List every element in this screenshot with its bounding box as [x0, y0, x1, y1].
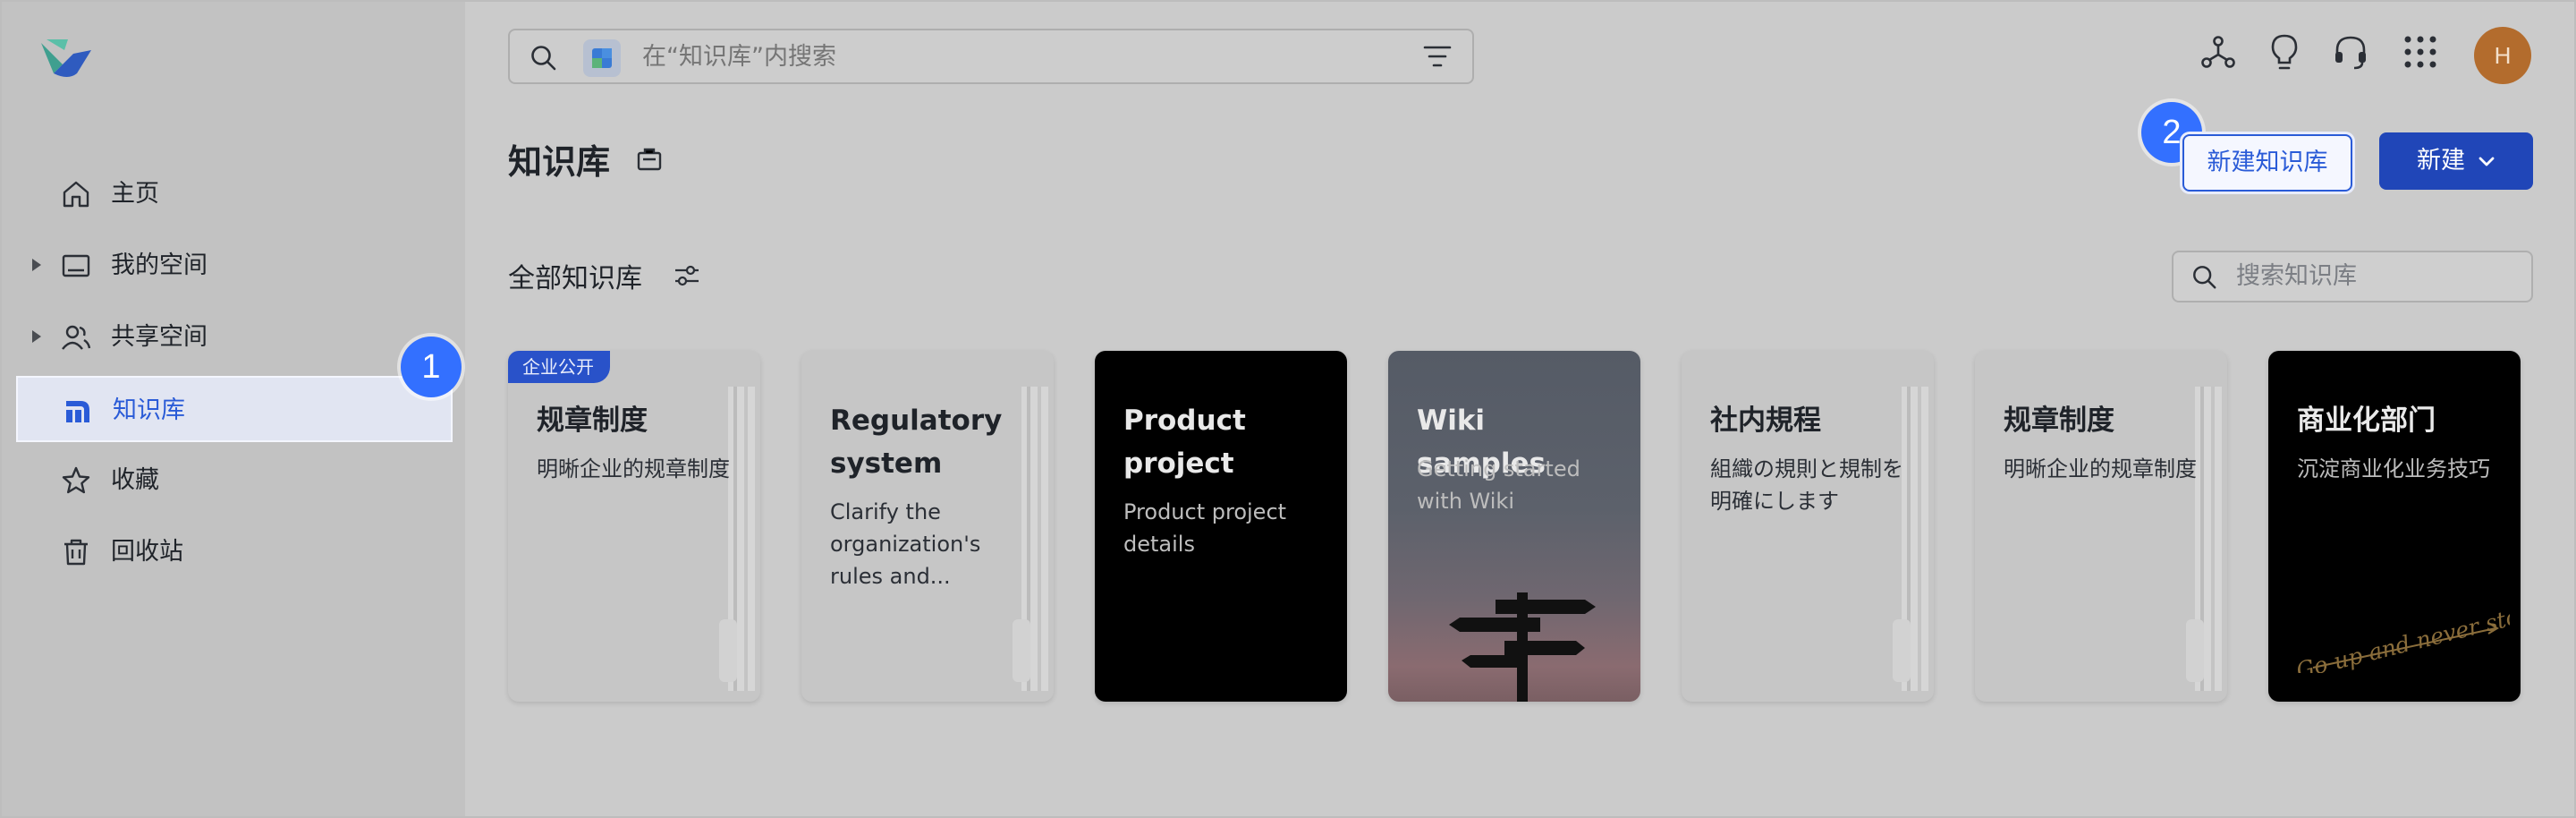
filter-icon[interactable]	[1422, 43, 1453, 70]
chevron-down-icon	[2479, 157, 2495, 166]
headset-icon[interactable]	[2329, 30, 2372, 73]
folder-icon	[62, 254, 90, 277]
people-icon	[62, 325, 91, 350]
kb-card[interactable]: 规章制度 明晰企业的规章制度	[1975, 351, 2227, 702]
search-icon	[531, 46, 556, 71]
kb-card-description: 組織の規則と規制を明確にします	[1710, 456, 1903, 514]
kb-card-description: Getting started with Wiki	[1417, 456, 1580, 514]
kb-card[interactable]: 社内規程 組織の規則と規制を明確にします	[1682, 351, 1934, 702]
sidebar-item-label: 回收站	[111, 538, 183, 566]
kb-card[interactable]: Product project Product project details	[1095, 351, 1347, 702]
sidebar-item-home[interactable]: 主页	[16, 161, 453, 227]
sidebar: 主页 我的空间 共享空间 知识库 收藏 回收站	[2, 2, 465, 816]
org-structure-icon[interactable]	[2197, 30, 2240, 73]
kb-card[interactable]: 商业化部门 沉淀商业化业务技巧 Go up and never stop	[2268, 351, 2521, 702]
kb-card-description: Product project details	[1123, 499, 1287, 557]
expand-caret-icon[interactable]	[32, 259, 41, 271]
handwritten-art: Go up and never stop	[2293, 601, 2510, 673]
kb-card-title: 商业化部门	[2297, 405, 2436, 437]
kb-card-description: Clarify the organization's rules and...	[830, 499, 981, 589]
kb-card-title: Product project	[1123, 405, 1246, 480]
sidebar-item-label: 收藏	[111, 466, 159, 494]
app-logo-icon[interactable]	[38, 34, 95, 84]
global-search[interactable]	[508, 29, 1474, 84]
search-icon	[2193, 266, 2216, 289]
kb-card-description: 沉淀商业化业务技巧	[2297, 456, 2490, 481]
user-avatar[interactable]: H	[2474, 27, 2531, 84]
star-icon	[62, 466, 90, 494]
sidebar-item-favorites[interactable]: 收藏	[16, 447, 453, 514]
new-knowledge-base-button[interactable]: 新建知识库	[2182, 134, 2352, 192]
kb-card-description: 明晰企业的规章制度	[537, 456, 730, 481]
page-title: 知识库	[508, 142, 611, 182]
kb-search-placeholder: 搜索知识库	[2236, 262, 2357, 290]
sliders-icon[interactable]	[673, 261, 701, 290]
sidebar-item-label: 知识库	[113, 396, 185, 424]
kb-card-title: Regulatory system	[830, 405, 1003, 480]
search-input[interactable]	[642, 32, 1268, 81]
step-badge-1: 1	[401, 337, 462, 397]
expand-caret-icon[interactable]	[32, 330, 41, 343]
section-title: 全部知识库	[508, 263, 642, 294]
sidebar-item-trash[interactable]: 回收站	[16, 519, 453, 585]
kb-card-title: 规章制度	[2004, 405, 2114, 437]
sidebar-item-knowledge-base[interactable]: 知识库	[16, 376, 453, 442]
sidebar-item-label: 共享空间	[111, 323, 208, 351]
kb-card[interactable]: 企业公开 规章制度 明晰企业的规章制度	[508, 351, 760, 702]
sidebar-item-label: 我的空间	[111, 251, 208, 279]
knowledge-base-scope-icon[interactable]	[583, 39, 621, 77]
new-button[interactable]: 新建	[2379, 132, 2533, 190]
kb-card-description: 明晰企业的规章制度	[2004, 456, 2197, 481]
trash-icon	[64, 539, 88, 566]
sidebar-item-label: 主页	[111, 180, 159, 208]
sidebar-item-shared-space[interactable]: 共享空间	[16, 304, 453, 371]
new-button-label: 新建	[2417, 147, 2465, 175]
sidebar-item-my-space[interactable]: 我的空间	[16, 233, 453, 299]
app-grid-icon[interactable]	[2399, 30, 2442, 73]
kb-card-title: 社内規程	[1710, 405, 1821, 437]
kb-card-title: 规章制度	[537, 405, 648, 437]
lightbulb-icon[interactable]	[2263, 30, 2306, 73]
public-badge: 企业公开	[508, 351, 610, 383]
knowledge-base-search[interactable]: 搜索知识库	[2172, 251, 2533, 302]
signpost-icon	[1449, 592, 1596, 702]
home-icon	[63, 181, 89, 208]
kb-card[interactable]: Regulatory system Clarify the organizati…	[801, 351, 1054, 702]
briefcase-icon[interactable]	[635, 145, 664, 174]
kb-card[interactable]: Wiki samples Getting started with Wiki	[1388, 351, 1640, 702]
svg-text:Go up and never stop: Go up and never stop	[2293, 601, 2510, 673]
knowledge-base-icon	[66, 401, 89, 422]
